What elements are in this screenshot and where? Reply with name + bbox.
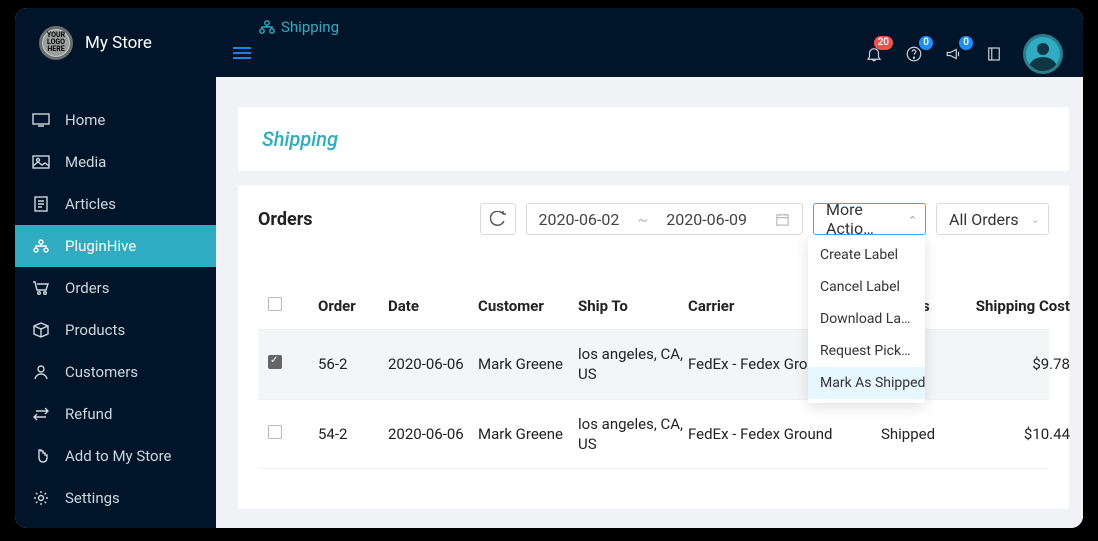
sidebar-item-label: Media: [65, 153, 106, 171]
sidebar-item-label: Home: [65, 111, 105, 129]
action-request-pickup[interactable]: Request Pick…: [808, 335, 925, 367]
cell-cost: $10.44: [968, 425, 1078, 443]
cell-cost: $9.78: [968, 355, 1078, 373]
row-checkbox[interactable]: [268, 425, 282, 439]
display-icon: [31, 113, 51, 127]
action-mark-shipped[interactable]: Mark As Shipped: [808, 367, 925, 399]
page-title: Shipping: [262, 127, 338, 151]
orders-filter-dropdown[interactable]: All Orders ⌄: [936, 203, 1049, 235]
col-cost: Shipping Cost: [968, 297, 1078, 315]
image-icon: [31, 155, 51, 169]
sidebar: Home Media Articles PluginHive Orders Pr…: [15, 77, 216, 528]
sidebar-item-label: Articles: [65, 195, 116, 213]
cell-date: 2020-06-06: [388, 354, 478, 374]
topbar: YOUR LOGO HERE My Store Shipping 20 0: [15, 8, 1083, 77]
cell-shipto: los angeles, CA, US: [578, 344, 688, 385]
more-actions-label: More Actio…: [826, 200, 899, 238]
action-create-label[interactable]: Create Label: [808, 239, 925, 271]
cell-order: 56-2: [318, 354, 388, 374]
table-header: Order Date Customer Ship To Carrier Stat…: [258, 283, 1049, 330]
breadcrumb-label: Shipping: [281, 18, 339, 36]
announcements-badge: 0: [959, 36, 973, 50]
more-actions-menu: Create Label Cancel Label Download La… R…: [808, 235, 925, 403]
orders-table: Order Date Customer Ship To Carrier Stat…: [258, 283, 1049, 469]
calendar-icon: [775, 212, 790, 227]
orders-card: Orders 2020-06-02 ~ 2020-06-09 More Acti…: [238, 185, 1069, 509]
cell-customer: Mark Greene: [478, 354, 578, 374]
sidebar-item-settings[interactable]: Settings: [15, 477, 216, 519]
breadcrumb[interactable]: Shipping: [259, 18, 339, 36]
user-icon: [31, 364, 51, 380]
range-separator: ~: [637, 210, 648, 229]
avatar[interactable]: [1023, 34, 1063, 74]
topbar-right: 20 0 0: [863, 34, 1063, 74]
book-icon: [985, 45, 1003, 63]
col-order: Order: [318, 297, 388, 315]
sidebar-item-articles[interactable]: Articles: [15, 183, 216, 225]
box-icon: [31, 322, 51, 338]
col-customer: Customer: [478, 297, 578, 315]
sidebar-item-refund[interactable]: Refund: [15, 393, 216, 435]
sidebar-item-label: Customers: [65, 363, 138, 381]
cell-shipto: los angeles, CA, US: [578, 414, 688, 455]
orders-title: Orders: [258, 209, 313, 230]
docs-button[interactable]: [983, 43, 1005, 65]
menu-toggle[interactable]: [233, 44, 251, 62]
chevron-down-icon: ⌄: [1031, 213, 1040, 226]
cart-icon: [31, 280, 51, 296]
cell-customer: Mark Greene: [478, 424, 578, 444]
sidebar-item-label: Orders: [65, 279, 110, 297]
select-all-checkbox[interactable]: [268, 297, 282, 311]
sidebar-item-media[interactable]: Media: [15, 141, 216, 183]
more-actions-dropdown[interactable]: More Actio… ⌄: [813, 203, 926, 235]
row-checkbox[interactable]: [268, 355, 282, 369]
notifications-badge: 20: [874, 36, 893, 50]
refresh-button[interactable]: [480, 203, 516, 235]
action-download-label[interactable]: Download La…: [808, 303, 925, 335]
sidebar-item-products[interactable]: Products: [15, 309, 216, 351]
document-icon: [31, 196, 51, 212]
cell-status: Shipped: [848, 425, 968, 443]
sidebar-item-add-to-store[interactable]: Add to My Store: [15, 435, 216, 477]
cell-date: 2020-06-06: [388, 424, 478, 444]
sidebar-item-home[interactable]: Home: [15, 99, 216, 141]
col-date: Date: [388, 297, 478, 315]
help-button[interactable]: 0: [903, 43, 925, 65]
page-title-card: Shipping: [238, 107, 1069, 171]
notifications-button[interactable]: 20: [863, 43, 885, 65]
date-start: 2020-06-02: [539, 210, 620, 229]
cell-order: 54-2: [318, 424, 388, 444]
sidebar-item-label: Settings: [65, 489, 120, 507]
gear-icon: [31, 490, 51, 506]
cell-carrier: FedEx - Fedex Ground: [688, 424, 848, 444]
col-shipto: Ship To: [578, 297, 688, 315]
store-logo: YOUR LOGO HERE: [39, 26, 73, 60]
sidebar-item-customers[interactable]: Customers: [15, 351, 216, 393]
sidebar-item-label: Add to My Store: [65, 447, 172, 465]
chevron-up-icon: ⌄: [908, 213, 917, 226]
action-cancel-label[interactable]: Cancel Label: [808, 271, 925, 303]
table-row[interactable]: 56-2 2020-06-06 Mark Greene los angeles,…: [258, 330, 1049, 400]
sidebar-item-label: Refund: [65, 405, 112, 423]
announcements-button[interactable]: 0: [943, 43, 965, 65]
orders-filter-label: All Orders: [949, 210, 1019, 229]
swap-icon: [31, 407, 51, 421]
table-row[interactable]: 54-2 2020-06-06 Mark Greene los angeles,…: [258, 400, 1049, 470]
date-range-picker[interactable]: 2020-06-02 ~ 2020-06-09: [526, 203, 803, 235]
sitemap-icon: [31, 239, 51, 253]
pointer-icon: [31, 448, 51, 464]
store-name: My Store: [85, 33, 152, 53]
date-end: 2020-06-09: [666, 210, 747, 229]
sidebar-item-label: PluginHive: [65, 237, 136, 255]
help-badge: 0: [919, 36, 933, 50]
sidebar-item-label: Products: [65, 321, 125, 339]
sidebar-item-orders[interactable]: Orders: [15, 267, 216, 309]
sitemap-icon: [259, 20, 275, 34]
refresh-icon: [490, 211, 506, 227]
sidebar-item-pluginhive[interactable]: PluginHive: [15, 225, 216, 267]
